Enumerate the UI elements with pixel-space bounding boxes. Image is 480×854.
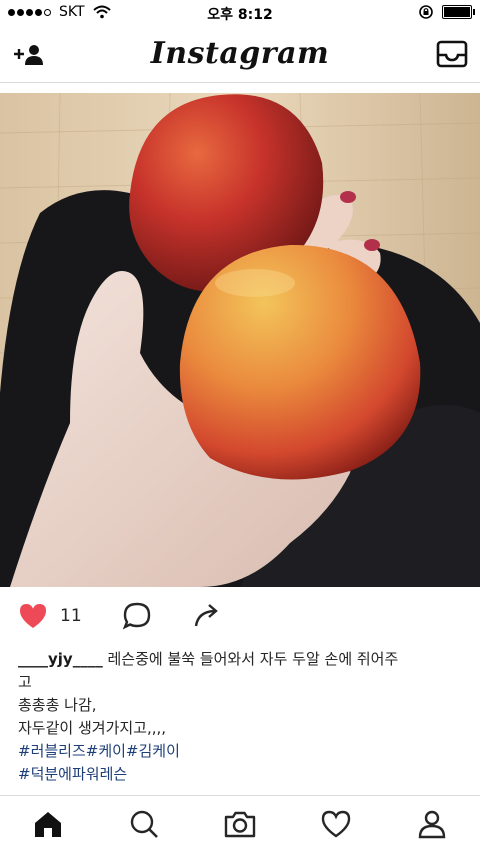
tab-search[interactable] (124, 806, 164, 842)
caption-line-1: ____yjy____ 레슨중에 불쑥 들어와서 자두 두알 손에 쥐어주 (18, 648, 463, 671)
top-nav-bar: Instagram (0, 26, 480, 83)
status-right (418, 4, 475, 20)
tab-home[interactable] (28, 806, 68, 842)
profile-icon (418, 810, 446, 839)
camera-icon (224, 811, 256, 838)
caption-line-3: 총총총 나감, (18, 696, 97, 714)
post-caption: ____yjy____ 레슨중에 불쑥 들어와서 자두 두알 손에 쥐어주 고 … (18, 648, 463, 786)
caption-hashtags-1[interactable]: #러블리즈#케이#김케이 (18, 740, 463, 763)
bottom-tab-bar (0, 795, 480, 854)
caption-text: 레슨중에 불쑥 들어와서 자두 두알 손에 쥐어주 (102, 650, 399, 668)
comment-icon[interactable] (121, 600, 153, 632)
status-bar: SKT 오후 8:12 (0, 0, 480, 26)
caption-username[interactable]: ____yjy____ (18, 650, 103, 668)
share-icon[interactable] (192, 600, 222, 630)
caption-line-2: 고 (18, 673, 32, 691)
tab-activity[interactable] (316, 806, 356, 842)
like-count[interactable]: 11 (60, 606, 82, 626)
search-icon (130, 810, 158, 838)
post-actions: 11 (0, 596, 480, 640)
tab-profile[interactable] (412, 806, 452, 842)
inbox-icon[interactable] (436, 40, 468, 68)
caption-hashtags-2[interactable]: #덕분에파워레슨 (18, 763, 463, 786)
caption-line-4: 자두같이 생겨가지고,,,, (18, 719, 167, 737)
instagram-logo: Instagram (150, 36, 330, 71)
post-photo[interactable] (0, 93, 480, 587)
like-heart-icon[interactable] (18, 602, 48, 630)
heart-icon (321, 810, 351, 838)
rotation-lock-icon (419, 5, 433, 19)
battery-icon (442, 5, 475, 19)
plums-photo-illustration (0, 93, 480, 587)
status-time: 오후 8:12 (207, 7, 273, 23)
tab-camera[interactable] (220, 806, 260, 842)
home-icon (35, 812, 61, 837)
